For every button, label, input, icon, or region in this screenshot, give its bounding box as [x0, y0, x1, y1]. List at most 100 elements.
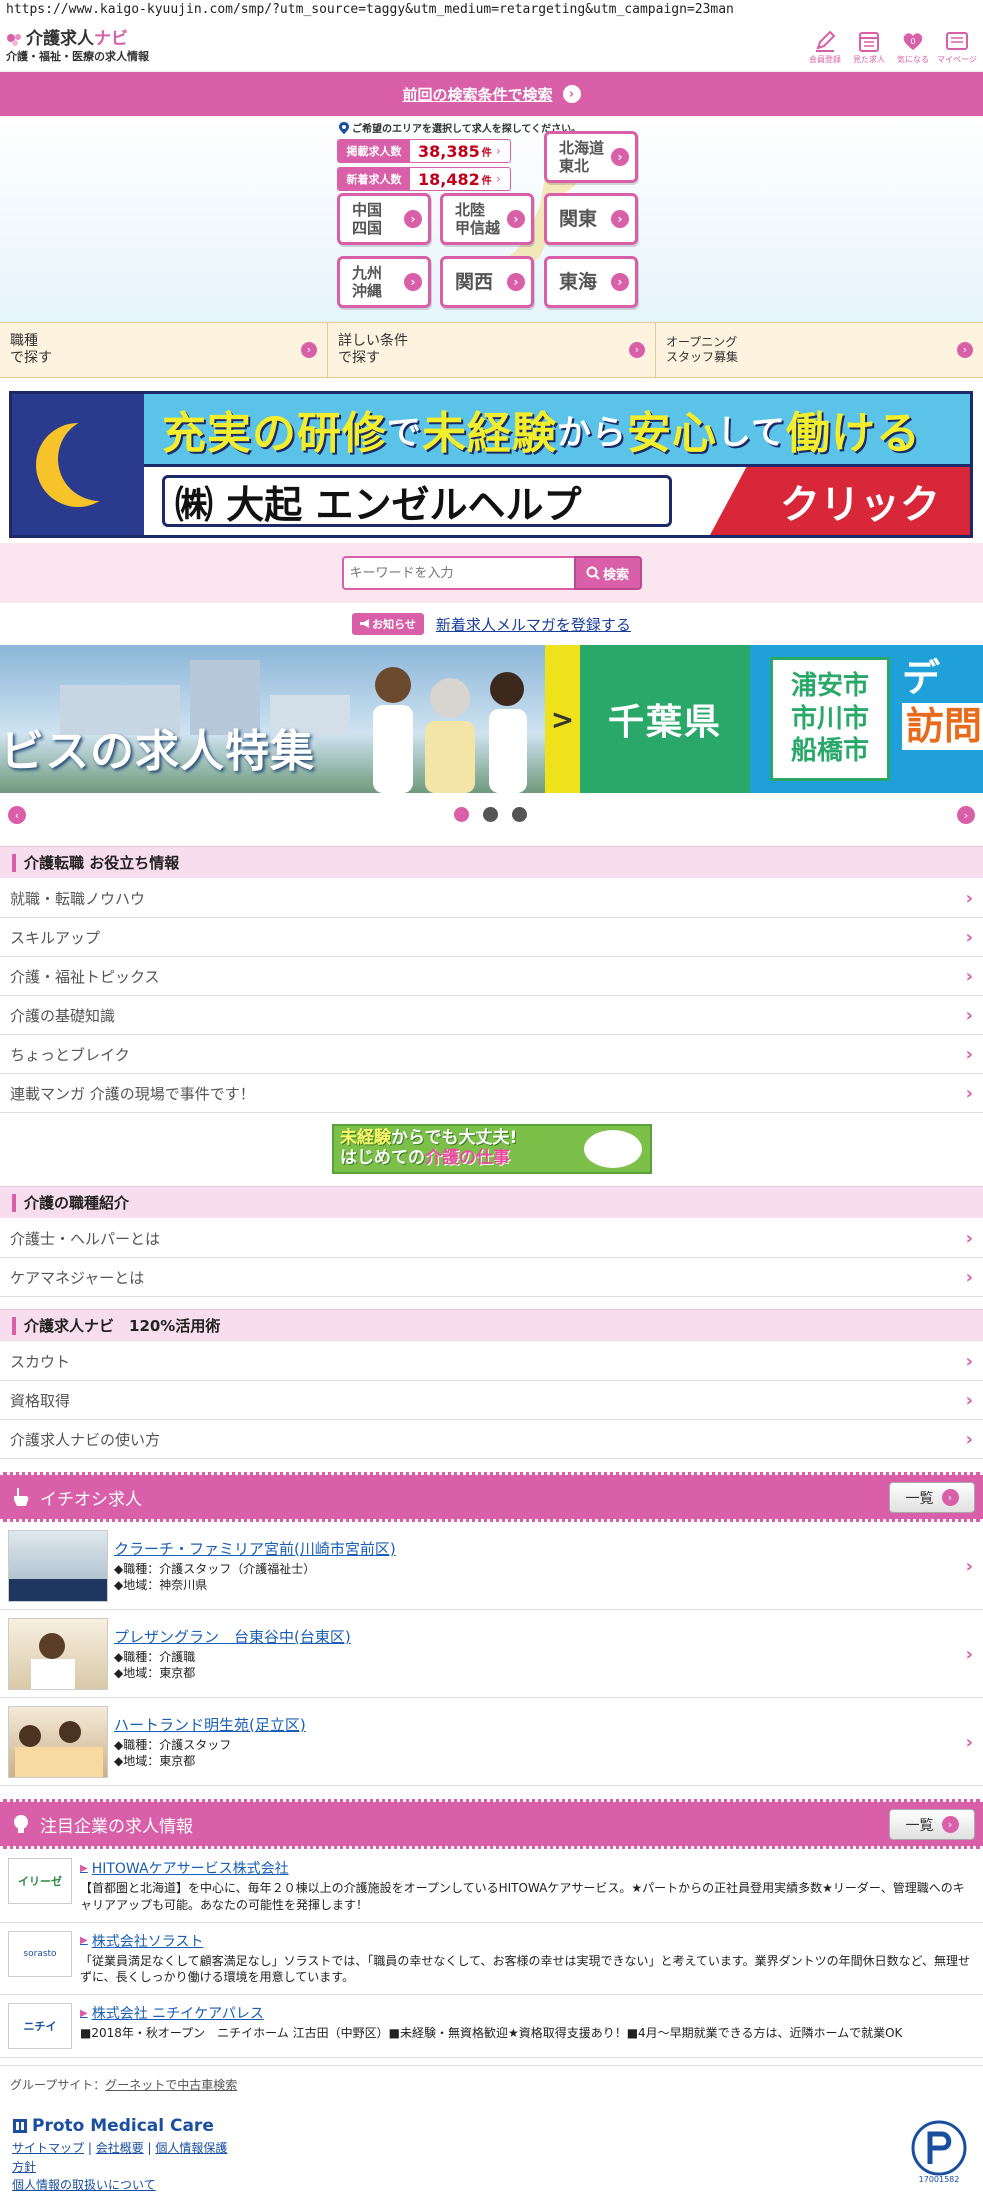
pencil-icon [816, 30, 836, 52]
list-item[interactable]: 資格取得 › [0, 1381, 983, 1420]
navi120-list: スカウト › 資格取得 › 介護求人ナビの使い方 › [0, 1342, 983, 1459]
search-button[interactable]: 検索 [573, 556, 642, 590]
carousel-slide-caption: ビスの求人特集 [0, 726, 315, 777]
header-icons: 会員登録 見た求人 0 気になる マイページ [805, 28, 977, 65]
tab-opening-staff[interactable]: オープニング スタッフ募集 › [656, 323, 983, 377]
job-thumbnail [8, 1705, 108, 1778]
region-kyushu-okinawa[interactable]: 九州 沖縄 › [337, 256, 431, 308]
region-kansai[interactable]: 関西 › [440, 256, 534, 308]
personal-info-handling-link[interactable]: 個人情報の取扱いについて [12, 2178, 156, 2192]
carousel-slide-service-feature[interactable]: ビスの求人特集 [0, 645, 545, 793]
carousel-prev-button[interactable]: ‹ [8, 806, 26, 824]
site-footer: グループサイト：グーネットで中古車検索 Proto Medical Care サ… [0, 2065, 983, 2207]
privacy-policy-link[interactable]: 個人情報保護 [155, 2141, 227, 2155]
triangle-right-icon: ▶ [80, 2007, 88, 2019]
list-item[interactable]: 介護士・ヘルパーとは › [0, 1219, 983, 1258]
beginner-care-job-banner[interactable]: 未経験からでも大丈夫! はじめての介護の仕事 [332, 1124, 652, 1174]
carousel-dot-2[interactable] [483, 807, 498, 822]
carousel-nav: ‹ › [0, 800, 983, 830]
ad-headline: 充実の研修で未経験 から 安心 して 働ける [144, 394, 970, 464]
address-bar[interactable]: https://www.kaigo-kyuujin.com/smp/?utm_s… [0, 0, 983, 22]
job-card[interactable]: ハートランド明生苑(足立区) ◆職種：介護スタッフ ◆地域：東京都 › [0, 1698, 983, 1786]
company-logo: イリーゼ [8, 1858, 72, 1904]
region-hokuriku-koshinetsu[interactable]: 北陸 甲信越 › [440, 193, 534, 245]
carousel-next-button[interactable]: › [957, 806, 975, 824]
chevron-right-icon: › [965, 965, 973, 987]
angel-moon-illustration [12, 394, 144, 535]
tab-search-by-job[interactable]: 職種 で探す › [0, 323, 328, 377]
ad-banner-angel-help[interactable]: 充実の研修で未経験 から 安心 して 働ける ㈱ 大起 エンゼルヘルプ クリック [9, 391, 973, 538]
company-info-link[interactable]: 会社概要 [96, 2141, 144, 2155]
carousel-dot-1[interactable] [454, 807, 469, 822]
new-jobs-stat[interactable]: 新着求人数 18,482 件 › [337, 167, 511, 191]
proto-medical-care-logo[interactable]: Proto Medical Care [12, 2116, 214, 2136]
chevron-right-icon: › [611, 148, 629, 166]
footer-links: サイトマップ | 会社概要 | 個人情報保護 方針 個人情報の取扱いについて [12, 2141, 228, 2193]
region-kanto[interactable]: 関東 › [544, 193, 638, 245]
chevron-right-icon: › [941, 1816, 959, 1833]
pickup-list-all-button[interactable]: 一覧 › [889, 1482, 975, 1513]
newsletter-register-link[interactable]: 新着求人メルマガを登録する [436, 614, 631, 635]
job-stats: 掲載求人数 38,385 件 › 新着求人数 18,482 件 › [337, 139, 511, 195]
job-thumbnail [8, 1529, 108, 1602]
job-thumbnail [8, 1617, 108, 1690]
list-item[interactable]: ちょっとブレイク › [0, 1035, 983, 1074]
site-logo[interactable]: 介護求人 ナビ 介護・福祉・医療の求人情報 [6, 30, 149, 63]
region-hokkaido-tohoku[interactable]: 北海道 東北 › [544, 131, 638, 183]
region-tokai[interactable]: 東海 › [544, 256, 638, 308]
company-card[interactable]: sorasto ▶ 株式会社ソラスト 「従業員満足なくして顧客満足なし」ソラストで… [0, 1923, 983, 1996]
carousel-dot-3[interactable] [512, 807, 527, 822]
heart-icon: 0 [903, 33, 923, 50]
megaphone-icon [360, 619, 370, 628]
section-companies-header: 注目企業の求人情報 一覧 › [0, 1799, 983, 1849]
list-item[interactable]: スキルアップ › [0, 918, 983, 957]
job-card[interactable]: プレザングラン 台東谷中(台東区) ◆職種：介護職 ◆地域：東京都 › [0, 1610, 983, 1698]
carousel-slide-cities[interactable]: 浦安市 市川市 船橋市 デ訪問 [750, 645, 983, 793]
list-item[interactable]: ケアマネジャーとは › [0, 1258, 983, 1297]
chevron-right-icon: › [941, 1489, 959, 1506]
list-item[interactable]: スカウト › [0, 1342, 983, 1381]
chevron-right-icon: › [965, 926, 973, 948]
ad-click-button[interactable]: クリック [710, 467, 970, 535]
goo-net-link[interactable]: グーネットで中古車検索 [105, 2078, 237, 2092]
list-item[interactable]: 介護求人ナビの使い方 › [0, 1420, 983, 1459]
feature-carousel[interactable]: ビスの求人特集 > 千葉県 浦安市 市川市 船橋市 デ訪問 [0, 645, 983, 793]
chevron-right-icon: › [965, 1227, 973, 1249]
job-card[interactable]: クラーチ・ファミリア宮前(川崎市宮前区) ◆職種：介護スタッフ（介護福祉士） ◆… [0, 1522, 983, 1610]
mypage-button[interactable]: マイページ [937, 28, 977, 65]
chevron-right-icon: › [965, 1644, 973, 1665]
list-item[interactable]: 介護の基礎知識 › [0, 996, 983, 1035]
chevron-right-icon: › [965, 1004, 973, 1026]
sitemap-link[interactable]: サイトマップ [12, 2141, 84, 2155]
region-chugoku-shikoku[interactable]: 中国 四国 › [337, 193, 431, 245]
logo-subtitle: 介護・福祉・医療の求人情報 [6, 49, 149, 63]
notice-bar: お知らせ 新着求人メルマガを登録する [0, 609, 983, 639]
chevron-right-icon: › [965, 1350, 973, 1372]
chevron-right-icon: › [965, 1043, 973, 1065]
company-card[interactable]: ニチイ ▶ 株式会社 ニチイケアパレス ■2018年・秋オープン ニチイホーム 江… [0, 1995, 983, 2059]
privacy-policy-link-cont[interactable]: 方針 [12, 2160, 36, 2174]
favorites-button[interactable]: 0 気になる [893, 28, 933, 65]
previous-search-button[interactable]: 前回の検索条件で検索 › [0, 72, 983, 116]
triangle-right-icon: ▶ [80, 1862, 88, 1874]
chevron-right-icon: › [965, 1389, 973, 1411]
chevron-right-icon: › [957, 342, 973, 358]
companies-list-all-button[interactable]: 一覧 › [889, 1809, 975, 1840]
list-item[interactable]: 連載マンガ 介護の現場で事件です！ › [0, 1074, 983, 1113]
list-item[interactable]: 就職・転職ノウハウ › [0, 879, 983, 918]
chevron-right-icon: › [301, 342, 317, 358]
chevron-right-icon: › [507, 273, 525, 291]
keyword-input[interactable] [341, 556, 574, 590]
viewed-jobs-button[interactable]: 見た求人 [849, 28, 889, 65]
section-useful-info-title: 介護転職 お役立ち情報 [0, 846, 983, 878]
chevron-right-icon: › [507, 210, 525, 228]
carousel-slide-chiba[interactable]: 千葉県 [580, 645, 750, 793]
member-register-button[interactable]: 会員登録 [805, 28, 845, 65]
chevron-right-icon: › [496, 144, 501, 158]
total-jobs-stat[interactable]: 掲載求人数 38,385 件 › [337, 139, 511, 163]
list-item[interactable]: 介護・福祉トピックス › [0, 957, 983, 996]
chevron-right-icon: › [404, 210, 422, 228]
company-card[interactable]: イリーゼ ▶ HITOWAケアサービス株式会社 【首都圏と北海道】を中心に、毎年２… [0, 1850, 983, 1923]
chevron-right-icon: › [496, 172, 501, 186]
tab-search-by-conditions[interactable]: 詳しい条件 で探す › [328, 323, 656, 377]
